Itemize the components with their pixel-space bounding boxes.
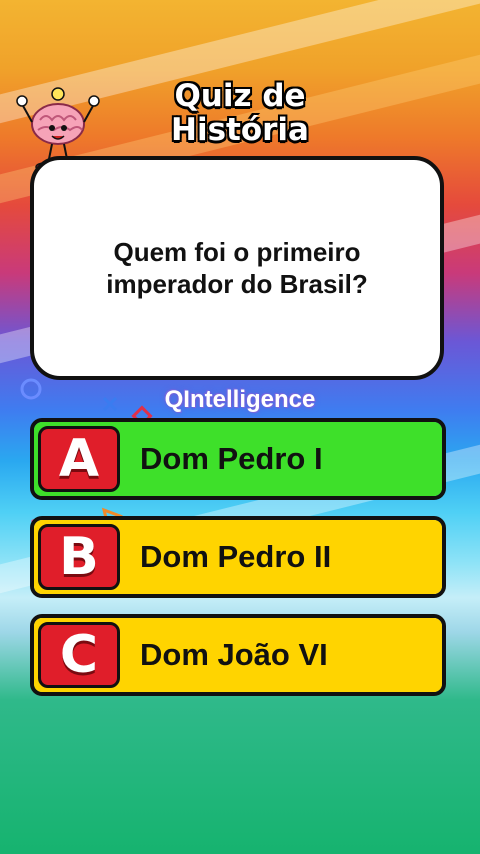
cross-icon <box>102 396 118 412</box>
answer-text: Dom João VI <box>140 637 328 672</box>
circle-icon <box>20 378 42 400</box>
answer-option-b[interactable]: B Dom Pedro II <box>30 516 446 598</box>
question-text: Quem foi o primeiro imperador do Brasil? <box>106 237 368 299</box>
answer-option-a[interactable]: A Dom Pedro I <box>30 418 446 500</box>
answer-option-c[interactable]: C Dom João VI <box>30 614 446 696</box>
answer-letter-badge: A <box>38 426 120 492</box>
answer-text: Dom Pedro II <box>140 539 332 574</box>
answer-letter-badge: B <box>38 524 120 590</box>
answer-letter-badge: C <box>38 622 120 688</box>
answer-text: Dom Pedro I <box>140 441 323 476</box>
brand-watermark: QIntelligence <box>164 386 316 413</box>
quiz-title-line2: História <box>171 112 309 148</box>
quiz-title-line1: Quiz de <box>174 78 306 114</box>
question-card: Quem foi o primeiro imperador do Brasil? <box>30 156 444 380</box>
